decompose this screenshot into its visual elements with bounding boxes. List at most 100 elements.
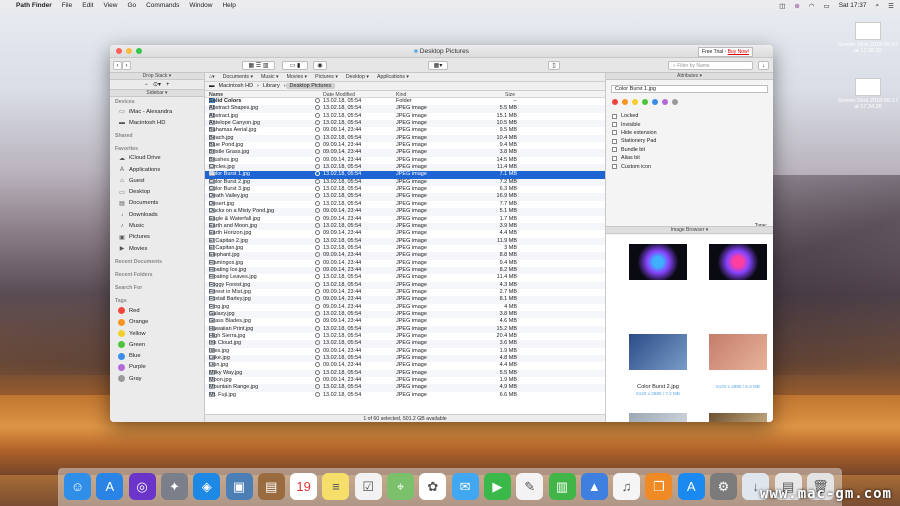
section-recent-folders[interactable]: Recent Folders	[110, 270, 204, 279]
table-row[interactable]: Earth Horizon.jpg 09.09.14, 23:44 JPEG ima…	[205, 230, 605, 237]
breadcrumb-library[interactable]: Library	[259, 83, 284, 89]
table-row[interactable]: Lake.jpg 13.02.18, 05:54 JPEG image 4.8 MB	[205, 355, 605, 363]
table-row[interactable]: Abstract Shapes.jpg 13.02.18, 05:54 JPEG i…	[205, 105, 605, 113]
table-row[interactable]: Milky Way.jpg 13.02.18, 05:54 JPEG image 5.…	[205, 369, 605, 378]
new-file-button[interactable]: ▯	[548, 61, 560, 70]
view-mode-segmented[interactable]: ▦ ☰ ▥	[242, 61, 275, 70]
label-color-dot[interactable]	[612, 98, 618, 105]
app-store-2-icon[interactable]: A	[677, 473, 705, 500]
menu-go[interactable]: Go	[127, 2, 136, 9]
ibooks-icon[interactable]: ❐	[645, 473, 673, 500]
sidebar-header[interactable]: Sidebar ▾	[110, 90, 204, 97]
pathfinder-status-icon[interactable]: ◫	[779, 2, 785, 10]
table-row[interactable]: Galaxy.jpg 13.02.18, 05:54 JPEG image 3.8 M…	[205, 310, 605, 319]
checkbox-box[interactable]	[612, 138, 617, 144]
desktop-screenshot-1[interactable]: Screen Shot 2018-05-17 at 17.36.32	[838, 22, 898, 54]
tag-gray[interactable]: Gray	[110, 373, 204, 384]
checkbox-box[interactable]	[612, 155, 617, 161]
checkbox-stationery-pad[interactable]: Stationery Pad	[612, 137, 773, 145]
label-color-dot[interactable]	[632, 98, 638, 105]
shelf-documents[interactable]: Documents ▾	[223, 74, 253, 80]
notes-icon[interactable]: ≡	[322, 473, 350, 500]
sidebar-item-downloads[interactable]: ↓ Downloads	[110, 209, 204, 220]
drop-stack-control[interactable]: − ⊙▾ +	[110, 80, 204, 90]
table-row[interactable]: Earth and Moon.jpg 13.02.18, 05:54 JPEG im…	[205, 222, 605, 231]
table-row[interactable]: Hawaiian Print.jpg 13.02.18, 05:54 JPEG im…	[205, 325, 605, 333]
table-row[interactable]: Forest in Mist.jpg 09.09.14, 23:44 JPEG im…	[205, 288, 605, 296]
checkbox-invisible[interactable]: Invisible	[612, 120, 773, 128]
table-row[interactable]: Mountain Range.jpg 13.02.18, 05:54 JPEG im…	[205, 384, 605, 392]
sidebar-item-icloud-drive[interactable]: ☁ iCloud Drive	[110, 153, 204, 164]
sidebar-item-movies[interactable]: ▶ Movies	[110, 243, 204, 254]
notes-brown-icon[interactable]: ▤	[257, 473, 285, 500]
menu-commands[interactable]: Commands	[146, 2, 179, 9]
table-row[interactable]: Ducks on a Misty Pond.jpg 09.09.14, 23:44…	[205, 208, 605, 216]
download-button[interactable]: ↓	[758, 61, 769, 70]
checkbox-alias-bit[interactable]: Alias bit	[612, 154, 773, 162]
home-icon[interactable]: ⌂▾	[209, 74, 215, 80]
tag-orange[interactable]: Orange	[110, 317, 204, 328]
sidebar-item-music[interactable]: ♪ Music	[110, 220, 204, 231]
tag-red[interactable]: Red	[110, 305, 204, 316]
shelf-pictures[interactable]: Pictures ▾	[315, 74, 338, 80]
checkbox-bundle-bit[interactable]: Bundle bit	[612, 146, 773, 154]
calendar-icon[interactable]: 19	[290, 473, 318, 500]
shelf-music[interactable]: Music ▾	[261, 74, 279, 80]
shelf-applications[interactable]: Applications ▾	[377, 74, 409, 80]
breadcrumb-macintosh-hd[interactable]: Macintosh HD	[215, 83, 258, 89]
sidebar-item-pictures[interactable]: ▣ Pictures	[110, 232, 204, 243]
menu-help[interactable]: Help	[222, 2, 235, 9]
tag-purple[interactable]: Purple	[110, 362, 204, 373]
photos-icon[interactable]: ✿	[419, 473, 447, 500]
desktop-screenshot-2[interactable]: Screen Shot 2018-05-17 at 17.34.28	[838, 78, 898, 110]
drop-stack-header[interactable]: Drop Stack ▾	[110, 73, 204, 80]
menu-file[interactable]: File	[62, 2, 72, 9]
table-row[interactable]: Flamingos.jpg 09.09.14, 23:44 JPEG image 9.…	[205, 259, 605, 267]
table-row[interactable]: Death Valley.jpg 13.02.18, 05:54 JPEG imag…	[205, 193, 605, 201]
image-thumbnail[interactable]: Desert.jpg5120 x 2880 / 7.7 MB	[698, 413, 773, 422]
table-row[interactable]: Bristle Grass.jpg 09.09.14, 23:44 JPEG ima…	[205, 149, 605, 157]
table-row[interactable]: El Capitan.jpg 13.02.18, 05:54 JPEG image 3…	[205, 244, 605, 252]
table-row[interactable]: Eagle & Waterfall.jpg 09.09.14, 23:44 JPEG…	[205, 215, 605, 223]
label-color-dot[interactable]	[622, 98, 628, 105]
finder-icon[interactable]: ☺	[64, 473, 91, 500]
system-prefs-icon[interactable]: ⚙	[710, 473, 737, 500]
tag-green[interactable]: Green	[110, 339, 204, 350]
siri-icon[interactable]: ◎	[128, 473, 156, 500]
app-store-icon[interactable]: A	[96, 473, 124, 500]
table-row[interactable]: Floating Ice.jpg 09.09.14, 23:44 JPEG imag…	[205, 266, 605, 275]
table-row[interactable]: Moon.jpg 09.09.14, 23:44 JPEG image 1.9 MB	[205, 377, 605, 384]
checkbox-box[interactable]	[612, 147, 617, 153]
action-menu-button[interactable]: ▦▾	[428, 61, 448, 70]
image-browser-header[interactable]: Image Browser ▾	[606, 226, 773, 234]
table-row[interactable]: Beach.jpg 13.02.18, 05:54 JPEG image 10.4 M…	[205, 134, 605, 143]
filter-input[interactable]: ⌕ Filter by Name	[668, 61, 753, 70]
table-row[interactable]: Lion.jpg 09.09.14, 23:44 JPEG image 4.4 MB	[205, 362, 605, 369]
image-thumbnail[interactable]	[618, 244, 698, 294]
table-row[interactable]: Circles.jpg 13.02.18, 05:54 JPEG image 11.4…	[205, 164, 605, 172]
table-row[interactable]: Brushes.jpg 09.09.14, 23:44 JPEG image 14.5…	[205, 156, 605, 164]
attributes-header[interactable]: Attributes ▾	[606, 73, 773, 80]
antivirus-status-icon[interactable]: ⊛	[794, 2, 799, 10]
buy-now-link[interactable]: Buy Now!	[728, 49, 749, 55]
preview-eye-button[interactable]: ◉	[313, 61, 327, 70]
menu-window[interactable]: Window	[189, 2, 212, 9]
table-row[interactable]: Solid Colors 13.02.18, 05:54 Folder --	[205, 98, 605, 105]
shelf-desktop[interactable]: Desktop ▾	[346, 74, 369, 80]
table-row[interactable]: Elephant.jpg 09.09.14, 23:44 JPEG image 8.8…	[205, 252, 605, 260]
table-row[interactable]: El Capitan 2.jpg 13.02.18, 05:54 JPEG imag…	[205, 237, 605, 245]
sidebar-item-macintosh-hd[interactable]: ▬ Macintosh HD	[110, 117, 204, 128]
launchpad-icon[interactable]: ✦	[160, 473, 188, 500]
battery-icon[interactable]: ▭	[824, 2, 830, 10]
image-thumbnail[interactable]: Color Burst 2.jpg 5120 x 2880 / 7.2 MB	[618, 334, 698, 396]
textedit-icon[interactable]: ✎	[516, 473, 544, 500]
table-row[interactable]: Mt. Fuji.jpg 13.02.18, 05:54 JPEG image 6.6…	[205, 391, 605, 399]
tag-blue[interactable]: Blue	[110, 350, 204, 361]
filename-field[interactable]: Color Burst 1.jpg	[611, 85, 768, 93]
table-row[interactable]: Grass Blades.jpg 09.09.14, 23:44 JPEG imag…	[205, 318, 605, 325]
label-color-dot[interactable]	[662, 98, 668, 105]
numbers-icon[interactable]: ▥	[548, 473, 576, 500]
table-row[interactable]: Frog.jpg 09.09.14, 23:44 JPEG image 4 MB	[205, 303, 605, 311]
table-row[interactable]: High Sierra.jpg 13.02.18, 05:54 JPEG image…	[205, 333, 605, 340]
maps-icon[interactable]: ⌖	[387, 473, 414, 500]
